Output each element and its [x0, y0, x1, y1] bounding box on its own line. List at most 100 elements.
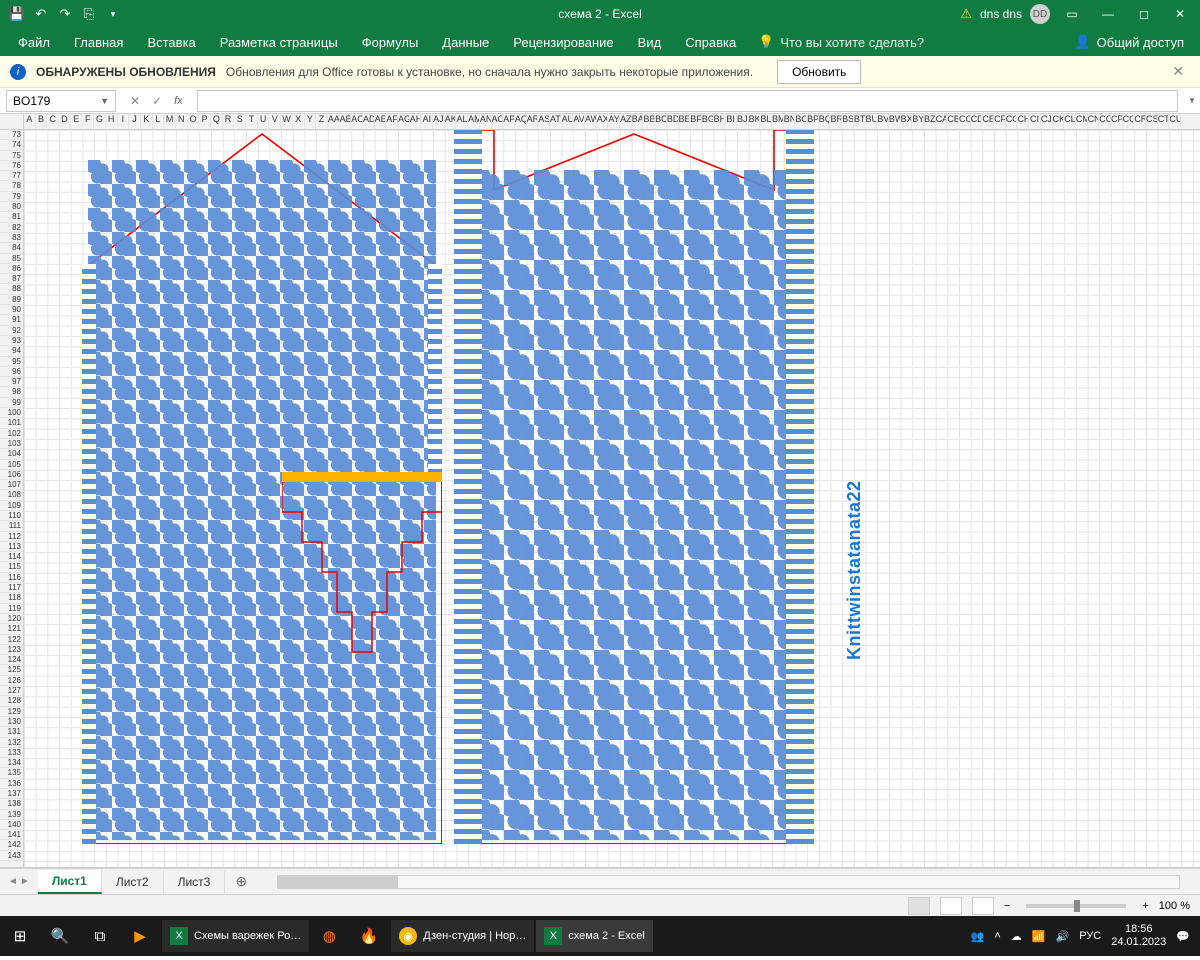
ribbon-display-icon[interactable]: ▭: [1058, 3, 1086, 25]
col-header[interactable]: CJ: [1041, 114, 1053, 129]
col-header[interactable]: BV: [877, 114, 889, 129]
col-header[interactable]: Y: [305, 114, 317, 129]
col-header[interactable]: CP: [1111, 114, 1123, 129]
row-header[interactable]: 109: [0, 501, 23, 511]
row-header[interactable]: 103: [0, 439, 23, 449]
col-header[interactable]: CN: [1088, 114, 1100, 129]
row-header[interactable]: 88: [0, 284, 23, 294]
row-header[interactable]: 138: [0, 799, 23, 809]
row-header[interactable]: 142: [0, 840, 23, 850]
col-header[interactable]: AB: [340, 114, 352, 129]
col-header[interactable]: CC: [959, 114, 971, 129]
row-header[interactable]: 73: [0, 130, 23, 140]
col-header[interactable]: J: [129, 114, 141, 129]
tab-insert[interactable]: Вставка: [135, 28, 207, 56]
row-header[interactable]: 82: [0, 223, 23, 233]
col-header[interactable]: BE: [679, 114, 691, 129]
enter-formula-icon[interactable]: ✓: [152, 94, 162, 108]
col-header[interactable]: AX: [597, 114, 609, 129]
row-header[interactable]: 122: [0, 635, 23, 645]
col-header[interactable]: AL: [456, 114, 468, 129]
row-header[interactable]: 120: [0, 614, 23, 624]
row-header[interactable]: 75: [0, 151, 23, 161]
taskbar-clock[interactable]: 18:56 24.01.2023: [1111, 923, 1166, 949]
col-header[interactable]: AR: [527, 114, 539, 129]
row-header[interactable]: 115: [0, 562, 23, 572]
col-header[interactable]: CG: [1006, 114, 1018, 129]
qat-customize-icon[interactable]: ▾: [102, 3, 124, 25]
row-header[interactable]: 93: [0, 336, 23, 346]
row-header[interactable]: 137: [0, 789, 23, 799]
col-header[interactable]: BK: [749, 114, 761, 129]
row-header[interactable]: 102: [0, 429, 23, 439]
row-header[interactable]: 116: [0, 573, 23, 583]
row-header[interactable]: 114: [0, 552, 23, 562]
column-headers[interactable]: ABCDEFGHIJKLMNOPQRSTUVWXYZAAABACADAEAFAG…: [0, 114, 1200, 130]
account-name[interactable]: dns dns: [980, 7, 1022, 21]
col-header[interactable]: O: [188, 114, 200, 129]
row-header[interactable]: 74: [0, 140, 23, 150]
row-header[interactable]: 87: [0, 274, 23, 284]
tray-chevron-icon[interactable]: ˄: [994, 930, 1000, 942]
col-header[interactable]: X: [293, 114, 305, 129]
save-icon[interactable]: 💾: [6, 3, 28, 25]
message-close-icon[interactable]: ✕: [1166, 63, 1190, 80]
row-header[interactable]: 128: [0, 696, 23, 706]
col-header[interactable]: AP: [503, 114, 515, 129]
col-header[interactable]: BJ: [737, 114, 749, 129]
col-header[interactable]: BH: [714, 114, 726, 129]
tab-home[interactable]: Главная: [62, 28, 135, 56]
minimize-icon[interactable]: —: [1094, 3, 1122, 25]
row-header[interactable]: 124: [0, 655, 23, 665]
row-header[interactable]: 79: [0, 192, 23, 202]
col-header[interactable]: BG: [702, 114, 714, 129]
row-header[interactable]: 108: [0, 490, 23, 500]
col-header[interactable]: P: [199, 114, 211, 129]
col-header[interactable]: CA: [936, 114, 948, 129]
row-header[interactable]: 89: [0, 295, 23, 305]
tell-me-search[interactable]: 💡 Что вы хотите сделать?: [758, 34, 924, 50]
people-icon[interactable]: 👥: [971, 930, 985, 943]
row-header[interactable]: 95: [0, 357, 23, 367]
row-header[interactable]: 125: [0, 665, 23, 675]
tab-review[interactable]: Рецензирование: [501, 28, 625, 56]
tab-view[interactable]: Вид: [626, 28, 674, 56]
row-header[interactable]: 133: [0, 748, 23, 758]
col-header[interactable]: BT: [854, 114, 866, 129]
tab-formulas[interactable]: Формулы: [350, 28, 431, 56]
col-header[interactable]: CD: [971, 114, 983, 129]
worksheet-grid[interactable]: ABCDEFGHIJKLMNOPQRSTUVWXYZAAABACADAEAFAG…: [0, 114, 1200, 868]
row-header[interactable]: 80: [0, 202, 23, 212]
input-language[interactable]: РУС: [1079, 930, 1101, 942]
fx-icon[interactable]: fx: [174, 95, 183, 107]
col-header[interactable]: AC: [351, 114, 363, 129]
row-header[interactable]: 96: [0, 367, 23, 377]
cancel-formula-icon[interactable]: ✕: [130, 94, 140, 108]
row-header[interactable]: 85: [0, 254, 23, 264]
col-header[interactable]: AD: [363, 114, 375, 129]
col-header[interactable]: AO: [492, 114, 504, 129]
col-header[interactable]: U: [258, 114, 270, 129]
select-all-corner[interactable]: [0, 114, 24, 129]
formula-input[interactable]: [197, 90, 1178, 112]
row-header[interactable]: 98: [0, 387, 23, 397]
col-header[interactable]: G: [94, 114, 106, 129]
col-header[interactable]: CU: [1169, 114, 1181, 129]
tab-data[interactable]: Данные: [430, 28, 501, 56]
col-header[interactable]: W: [281, 114, 293, 129]
media-player-icon[interactable]: ▶: [120, 916, 160, 956]
row-header[interactable]: 135: [0, 768, 23, 778]
sheet-tab-2[interactable]: Лист2: [102, 871, 164, 893]
network-icon[interactable]: 📶: [1032, 930, 1046, 943]
col-header[interactable]: AA: [328, 114, 340, 129]
row-header[interactable]: 127: [0, 686, 23, 696]
col-header[interactable]: CE: [982, 114, 994, 129]
touch-mode-icon[interactable]: ⎘: [78, 3, 100, 25]
col-header[interactable]: AQ: [515, 114, 527, 129]
row-header[interactable]: 118: [0, 593, 23, 603]
chevron-down-icon[interactable]: ▼: [100, 96, 109, 106]
col-header[interactable]: BO: [795, 114, 807, 129]
maximize-icon[interactable]: ◻: [1130, 3, 1158, 25]
system-tray[interactable]: 👥 ˄ ☁ 📶 🔊 РУС 18:56 24.01.2023 💬: [961, 923, 1200, 949]
col-header[interactable]: M: [164, 114, 176, 129]
